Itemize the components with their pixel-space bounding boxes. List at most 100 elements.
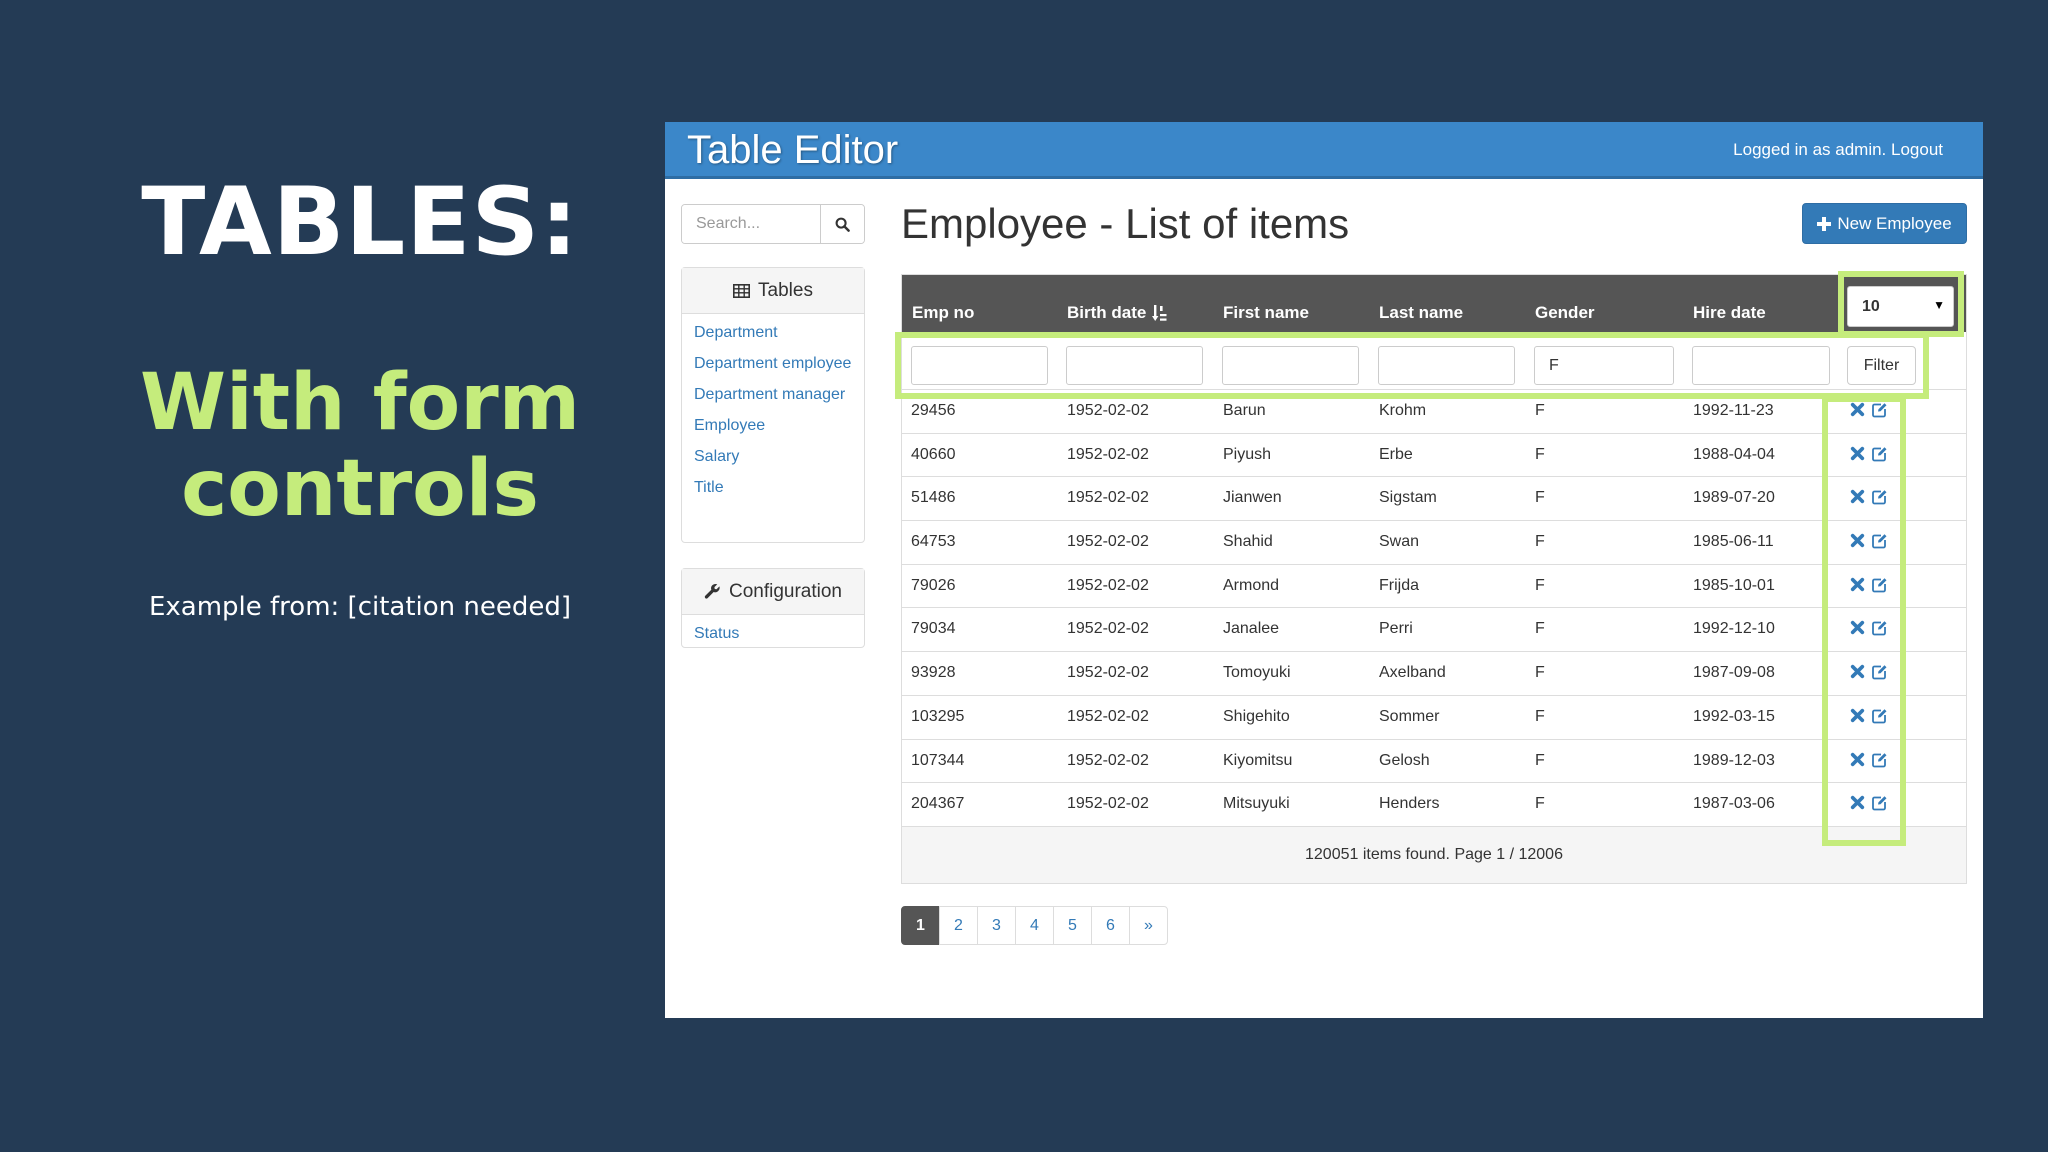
pagination-page-5[interactable]: 5 [1053, 906, 1092, 945]
filter-birth-date[interactable] [1066, 346, 1203, 385]
row-actions [1850, 446, 1888, 462]
filter-button[interactable]: Filter [1847, 346, 1916, 385]
sidebar-item-department-manager[interactable]: Department manager [694, 383, 852, 407]
cell-last-name: Swan [1379, 533, 1420, 551]
cell-emp-no: 79026 [911, 576, 956, 594]
edit-icon[interactable] [1871, 577, 1888, 593]
column-header-emp-no[interactable]: Emp no [912, 303, 974, 323]
search-input[interactable] [682, 205, 820, 243]
pagination-page-2[interactable]: 2 [939, 906, 978, 945]
table-row: 107344 1952-02-02 Kiyomitsu Gelosh F 1989-12-… [902, 740, 1966, 784]
pagination-page-6[interactable]: 6 [1091, 906, 1130, 945]
table-row: 79034 1952-02-02 Janalee Perri F 1992-12-10 [902, 608, 1966, 653]
sidebar-item-status[interactable]: Status [694, 622, 852, 646]
delete-icon[interactable] [1850, 533, 1865, 548]
cell-first-name: Barun [1223, 402, 1266, 419]
edit-icon[interactable] [1871, 446, 1888, 462]
table-icon [733, 283, 751, 298]
delete-icon[interactable] [1850, 708, 1865, 723]
row-actions [1850, 752, 1888, 768]
cell-first-name: Tomoyuki [1223, 664, 1291, 682]
column-header-first-name[interactable]: First name [1223, 303, 1309, 323]
cell-first-name: Armond [1223, 576, 1280, 594]
edit-icon[interactable] [1871, 664, 1888, 680]
dropdown-caret-icon: ▼ [1933, 298, 1945, 312]
delete-icon[interactable] [1850, 795, 1865, 810]
edit-icon[interactable] [1871, 752, 1888, 768]
delete-icon[interactable] [1850, 752, 1865, 767]
cell-birth-date: 1952-02-02 [1067, 707, 1149, 725]
edit-icon[interactable] [1871, 402, 1888, 418]
column-header-last-name[interactable]: Last name [1379, 303, 1463, 323]
sidebar-item-title[interactable]: Title [694, 476, 852, 500]
edit-icon[interactable] [1871, 795, 1888, 811]
login-status[interactable]: Logged in as admin. Logout [1733, 140, 1943, 160]
sidebar-item-employee[interactable]: Employee [694, 414, 852, 438]
pagination-page-3[interactable]: 3 [977, 906, 1016, 945]
delete-icon[interactable] [1850, 664, 1865, 679]
edit-icon[interactable] [1871, 533, 1888, 549]
edit-icon[interactable] [1871, 620, 1888, 636]
cell-first-name: Shigehito [1223, 707, 1290, 725]
sidebar-item-department-employee[interactable]: Department employee [694, 352, 852, 376]
pagination-next[interactable]: » [1129, 906, 1168, 945]
table-row: 40660 1952-02-02 Piyush Erbe F 1988-04-04 [902, 434, 1966, 478]
cell-last-name: Sigstam [1379, 489, 1437, 507]
row-actions [1850, 533, 1888, 549]
plus-icon [1817, 216, 1832, 231]
cell-hire-date: 1985-10-01 [1693, 576, 1775, 594]
employee-table: Emp no Birth date First name Last name G… [901, 274, 1967, 884]
cell-first-name: Mitsuyuki [1223, 795, 1290, 813]
cell-birth-date: 1952-02-02 [1067, 402, 1149, 419]
pagination: 1 2 3 4 5 6» [901, 906, 1168, 945]
table-row: 79026 1952-02-02 Armond Frijda F 1985-10-01 [902, 565, 1966, 609]
table-row: 64753 1952-02-02 Shahid Swan F 1985-06-11 [902, 521, 1966, 565]
search-button[interactable] [820, 205, 864, 243]
delete-icon[interactable] [1850, 577, 1865, 592]
filter-gender[interactable]: F [1534, 346, 1674, 385]
filter-hire-date[interactable] [1692, 346, 1830, 385]
cell-hire-date: 1988-04-04 [1693, 445, 1775, 463]
table-row: 103295 1952-02-02 Shigehito Sommer F 1992-03-… [902, 696, 1966, 740]
new-employee-button[interactable]: New Employee [1802, 203, 1967, 244]
column-header-birth-date[interactable]: Birth date [1067, 303, 1168, 323]
column-header-hire-date[interactable]: Hire date [1693, 303, 1766, 323]
delete-icon[interactable] [1850, 620, 1865, 635]
cell-emp-no: 107344 [911, 751, 965, 769]
table-row: 29456 1952-02-02 Barun Krohm F 1992-11-23 [902, 390, 1966, 434]
pagination-page-1[interactable]: 1 [901, 906, 940, 945]
edit-icon[interactable] [1871, 489, 1888, 505]
row-actions [1850, 664, 1888, 680]
brand[interactable]: Table Editor [687, 128, 898, 173]
slide-subtitle: With form controls [60, 360, 660, 532]
page-size-value: 10 [1862, 297, 1880, 315]
sidebar-item-salary[interactable]: Salary [694, 445, 852, 469]
cell-gender: F [1535, 707, 1545, 725]
page-size-select[interactable]: 10 ▼ [1847, 286, 1954, 327]
cell-gender: F [1535, 751, 1545, 769]
cell-hire-date: 1992-12-10 [1693, 620, 1775, 638]
row-actions [1850, 795, 1888, 811]
cell-gender: F [1535, 445, 1545, 463]
filter-emp-no[interactable] [911, 346, 1048, 385]
cell-gender: F [1535, 402, 1545, 419]
filter-first-name[interactable] [1222, 346, 1359, 385]
slide-source: Example from: [citation needed] [148, 592, 572, 622]
cell-birth-date: 1952-02-02 [1067, 576, 1149, 594]
cell-emp-no: 40660 [911, 445, 956, 463]
cell-birth-date: 1952-02-02 [1067, 489, 1149, 507]
row-actions [1850, 620, 1888, 636]
pagination-page-4[interactable]: 4 [1015, 906, 1054, 945]
cell-gender: F [1535, 795, 1545, 813]
edit-icon[interactable] [1871, 708, 1888, 724]
tables-panel-heading: Tables [682, 268, 864, 314]
configuration-panel-heading: Configuration [682, 569, 864, 615]
filter-last-name[interactable] [1378, 346, 1515, 385]
delete-icon[interactable] [1850, 489, 1865, 504]
sidebar-item-department[interactable]: Department [694, 321, 852, 345]
delete-icon[interactable] [1850, 446, 1865, 461]
column-header-gender[interactable]: Gender [1535, 303, 1595, 323]
delete-icon[interactable] [1850, 402, 1865, 417]
cell-last-name: Henders [1379, 795, 1440, 813]
cell-last-name: Axelband [1379, 664, 1446, 682]
